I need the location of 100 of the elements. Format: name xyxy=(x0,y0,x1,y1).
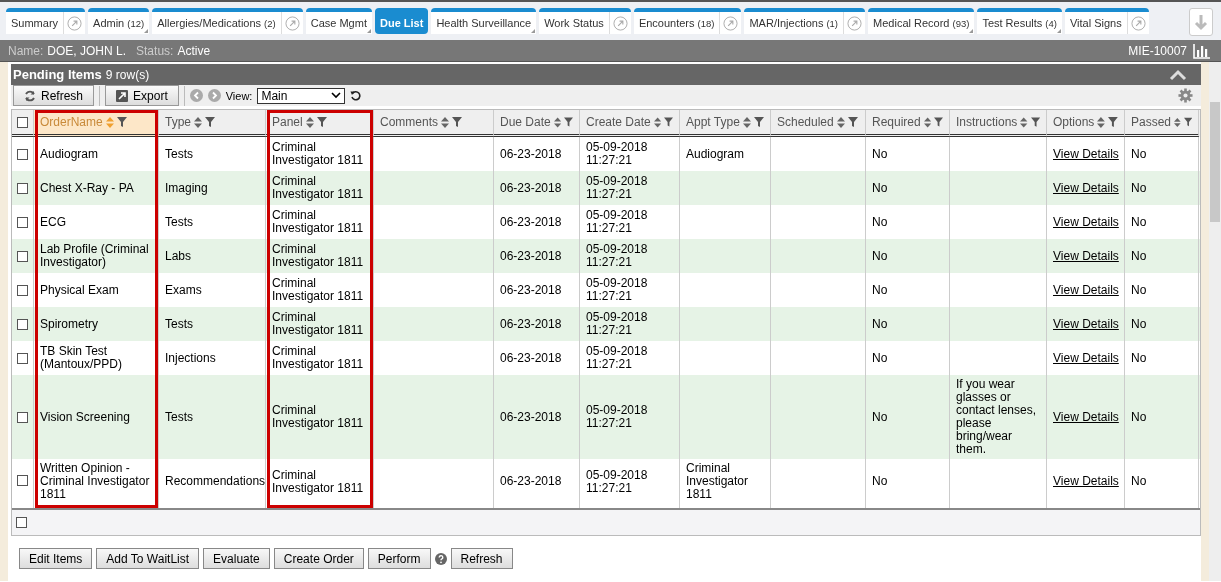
export-button[interactable]: Export xyxy=(105,85,179,106)
sort-icon[interactable] xyxy=(1174,116,1181,128)
action-button[interactable]: Evaluate xyxy=(203,548,270,569)
action-button[interactable]: Perform xyxy=(367,548,431,569)
table-cell: No xyxy=(1131,283,1147,297)
row-checkbox[interactable] xyxy=(17,474,28,486)
filter-icon[interactable] xyxy=(316,117,327,127)
refresh-button[interactable]: Refresh xyxy=(13,85,95,106)
action-button[interactable]: Refresh xyxy=(450,548,513,569)
table-cell: 06-23-2018 xyxy=(500,249,562,263)
table-cell-text: 05-09-2018 11:27:21 xyxy=(586,175,649,201)
view-details-link[interactable]: View Details xyxy=(1053,215,1119,229)
tab[interactable]: Work Status xyxy=(539,8,631,34)
filter-icon[interactable] xyxy=(116,117,127,127)
filter-icon[interactable] xyxy=(933,117,943,127)
table-cell-text: Criminal Investigator 1811 xyxy=(272,277,365,303)
scrollbar-thumb[interactable] xyxy=(1210,102,1220,222)
footer-checkbox[interactable] xyxy=(16,517,27,528)
row-count: 9 row(s) xyxy=(105,67,150,82)
table-cell-text: Criminal Investigator 1811 xyxy=(272,468,365,495)
filter-icon[interactable] xyxy=(1183,117,1192,127)
filter-icon[interactable] xyxy=(663,117,673,127)
table-cell: No xyxy=(872,249,888,263)
table-cell-text: Criminal Investigator 1811 xyxy=(272,404,365,430)
sort-icon[interactable] xyxy=(923,116,931,128)
table-cell: No xyxy=(872,147,888,161)
caret-icon xyxy=(331,92,342,99)
row-checkbox[interactable] xyxy=(17,284,28,296)
table-cell: Imaging xyxy=(165,181,208,195)
sort-icon[interactable] xyxy=(441,116,449,128)
view-details-link[interactable]: View Details xyxy=(1053,147,1119,161)
tab[interactable]: Due List xyxy=(374,8,429,34)
table-cell: 06-23-2018 xyxy=(500,317,562,331)
sort-icon[interactable] xyxy=(836,116,845,128)
sort-icon[interactable] xyxy=(1097,116,1106,128)
row-checkbox[interactable] xyxy=(17,318,28,330)
sort-icon[interactable] xyxy=(194,116,202,128)
tab[interactable]: Admin (12) xyxy=(88,8,150,34)
view-details-link[interactable]: View Details xyxy=(1053,475,1119,488)
row-checkbox[interactable] xyxy=(17,148,28,160)
help-icon[interactable] xyxy=(434,552,447,565)
view-details-link[interactable]: View Details xyxy=(1053,410,1119,424)
tab[interactable]: Allergies/Medications (2) xyxy=(152,8,303,34)
table-cell: Vision Screening xyxy=(40,410,130,424)
row-checkbox[interactable] xyxy=(17,216,28,228)
view-details-link[interactable]: View Details xyxy=(1053,351,1119,365)
view-details-link[interactable]: View Details xyxy=(1053,181,1119,195)
collapse-chevron-icon[interactable] xyxy=(1169,68,1187,81)
view-details-link[interactable]: View Details xyxy=(1053,317,1119,331)
row-checkbox[interactable] xyxy=(17,352,28,364)
patient-name-label: Name: xyxy=(8,43,44,58)
status-label: Status: xyxy=(136,43,174,58)
filter-icon[interactable] xyxy=(847,117,858,127)
tab[interactable]: Case Mgmt xyxy=(305,8,372,34)
tab[interactable]: Vital Signs xyxy=(1064,8,1149,34)
sort-icon[interactable] xyxy=(653,116,661,128)
sort-icon[interactable] xyxy=(553,116,561,128)
table-cell: No xyxy=(1131,351,1147,365)
sort-icon[interactable] xyxy=(742,116,751,128)
view-details-link[interactable]: View Details xyxy=(1053,249,1119,263)
table-cell: ECG xyxy=(40,215,66,229)
table-cell: Chest X-Ray - PA xyxy=(40,181,134,195)
table-cell-text: 05-09-2018 11:27:21 xyxy=(586,345,649,371)
settings-icon[interactable] xyxy=(1178,88,1193,103)
row-checkbox[interactable] xyxy=(17,182,28,194)
action-button[interactable]: Edit Items xyxy=(19,548,93,569)
tab[interactable]: Health Surveillance xyxy=(431,8,537,34)
reset-icon[interactable] xyxy=(350,90,362,101)
filter-icon[interactable] xyxy=(1108,117,1118,127)
view-details-link[interactable]: View Details xyxy=(1053,283,1119,297)
filter-icon[interactable] xyxy=(205,117,215,127)
table-cell: No xyxy=(872,351,888,365)
bar-chart-icon[interactable] xyxy=(1193,42,1211,59)
select-all-checkbox[interactable] xyxy=(17,116,28,128)
filter-icon[interactable] xyxy=(1030,117,1040,127)
tab[interactable]: Encounters (18) xyxy=(633,8,742,34)
action-button[interactable]: Add To WaitList xyxy=(96,548,200,569)
row-checkbox[interactable] xyxy=(17,411,28,423)
table-cell-text: Criminal Investigator 1811 xyxy=(272,311,365,337)
table-cell: 06-23-2018 xyxy=(500,215,562,229)
tab[interactable]: Summary xyxy=(6,8,86,34)
table-cell: 06-23-2018 xyxy=(500,351,562,365)
filter-icon[interactable] xyxy=(753,117,764,127)
table-cell-text: 05-09-2018 11:27:21 xyxy=(586,468,649,495)
table-cell: No xyxy=(1131,475,1147,488)
view-dropdown[interactable]: Main xyxy=(257,87,346,104)
action-button[interactable]: Create Order xyxy=(273,548,364,569)
table-cell: No xyxy=(872,475,888,488)
table-cell: 06-23-2018 xyxy=(500,475,562,488)
table-cell: No xyxy=(872,215,888,229)
row-checkbox[interactable] xyxy=(17,250,28,262)
filter-icon[interactable] xyxy=(563,117,573,127)
down-arrow-icon xyxy=(1193,13,1209,31)
filter-icon[interactable] xyxy=(452,117,462,127)
table-cell-text: 05-09-2018 11:27:21 xyxy=(586,141,649,167)
tab[interactable]: Test Results (4) xyxy=(977,8,1062,34)
tab[interactable]: Medical Record (93) xyxy=(868,8,975,34)
sort-icon[interactable] xyxy=(305,116,314,128)
tab[interactable]: MAR/Injections (1) xyxy=(744,8,866,34)
sort-icon[interactable] xyxy=(1020,116,1028,128)
